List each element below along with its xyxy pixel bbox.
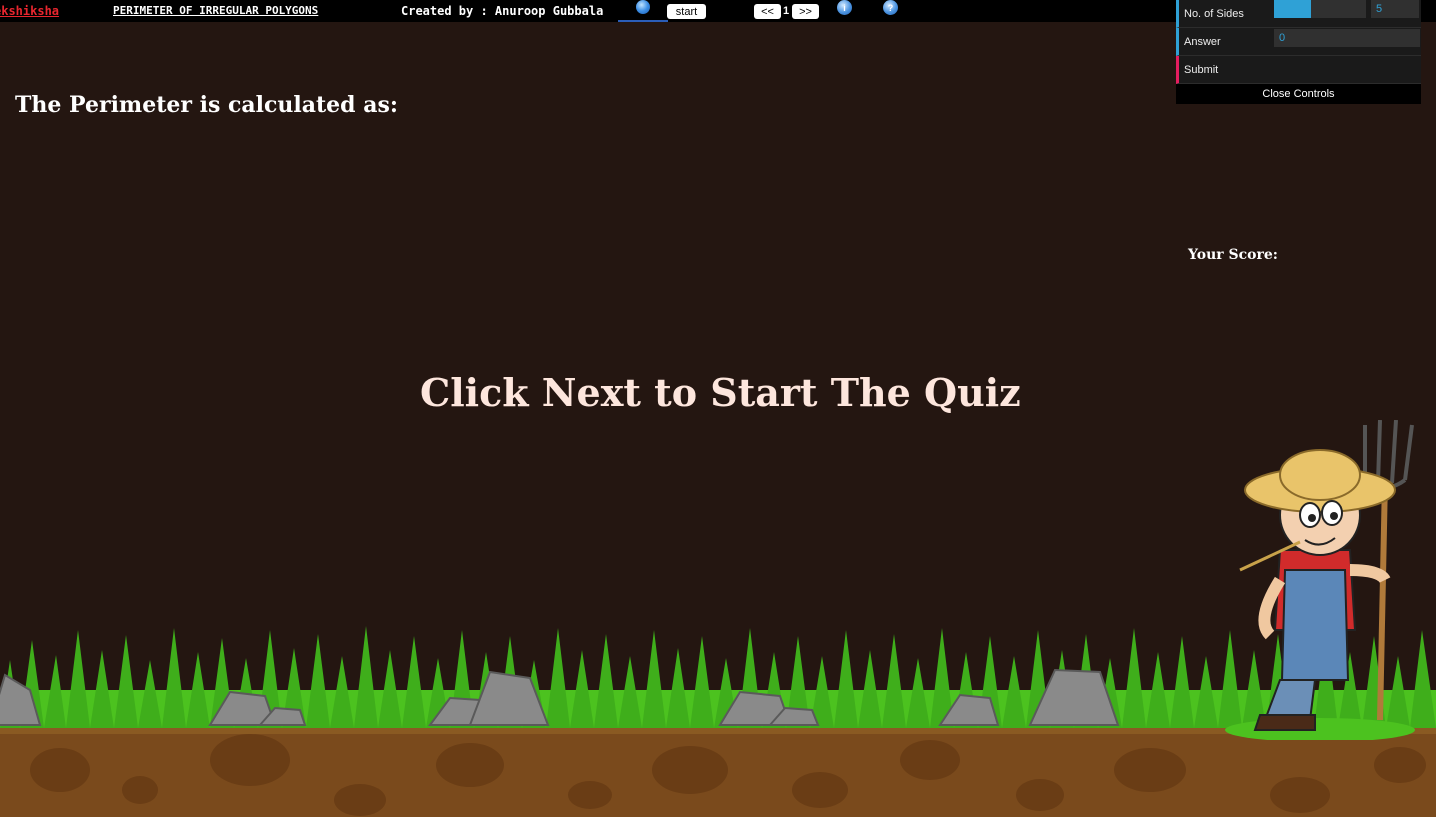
answer-input[interactable]: 0 (1274, 29, 1420, 47)
loading-bar (618, 20, 668, 22)
creator-credit: Created by : Anuroop Gubbala (401, 4, 604, 18)
sides-slider-fill (1274, 0, 1311, 18)
sides-slider[interactable] (1274, 0, 1366, 18)
perimeter-heading: The Perimeter is calculated as: (15, 92, 398, 118)
answer-label: Answer (1184, 35, 1221, 48)
loading-ball-icon (636, 0, 650, 14)
farmer-body (1253, 549, 1391, 731)
submit-label: Submit (1184, 63, 1219, 76)
page-number: 1 (783, 5, 790, 17)
controls-panel: No. of Sides 5 Answer 0 Submit Close Con… (1176, 0, 1421, 104)
brand-link[interactable]: ekshiksha (0, 4, 59, 18)
sides-value-input[interactable]: 5 (1371, 0, 1419, 18)
start-button[interactable]: start (667, 4, 706, 19)
help-icon[interactable]: ? (883, 0, 898, 15)
answer-control: Answer 0 (1176, 28, 1421, 56)
simulation-title: PERIMETER OF IRREGULAR POLYGONS (113, 4, 319, 17)
score-label: Your Score: (1188, 247, 1278, 263)
quiz-prompt: Click Next to Start The Quiz (420, 370, 1021, 415)
farmer-head (1239, 449, 1396, 572)
next-button[interactable]: >> (792, 4, 819, 19)
sides-label: No. of Sides (1184, 7, 1244, 20)
info-icon[interactable]: i (837, 0, 852, 15)
submit-button[interactable]: Submit (1176, 56, 1421, 84)
sides-control: No. of Sides 5 (1176, 0, 1421, 28)
grass-mound (1225, 718, 1415, 740)
previous-button[interactable]: << (754, 4, 781, 19)
farmer-illustration (1225, 420, 1415, 740)
close-controls-button[interactable]: Close Controls (1176, 84, 1421, 104)
